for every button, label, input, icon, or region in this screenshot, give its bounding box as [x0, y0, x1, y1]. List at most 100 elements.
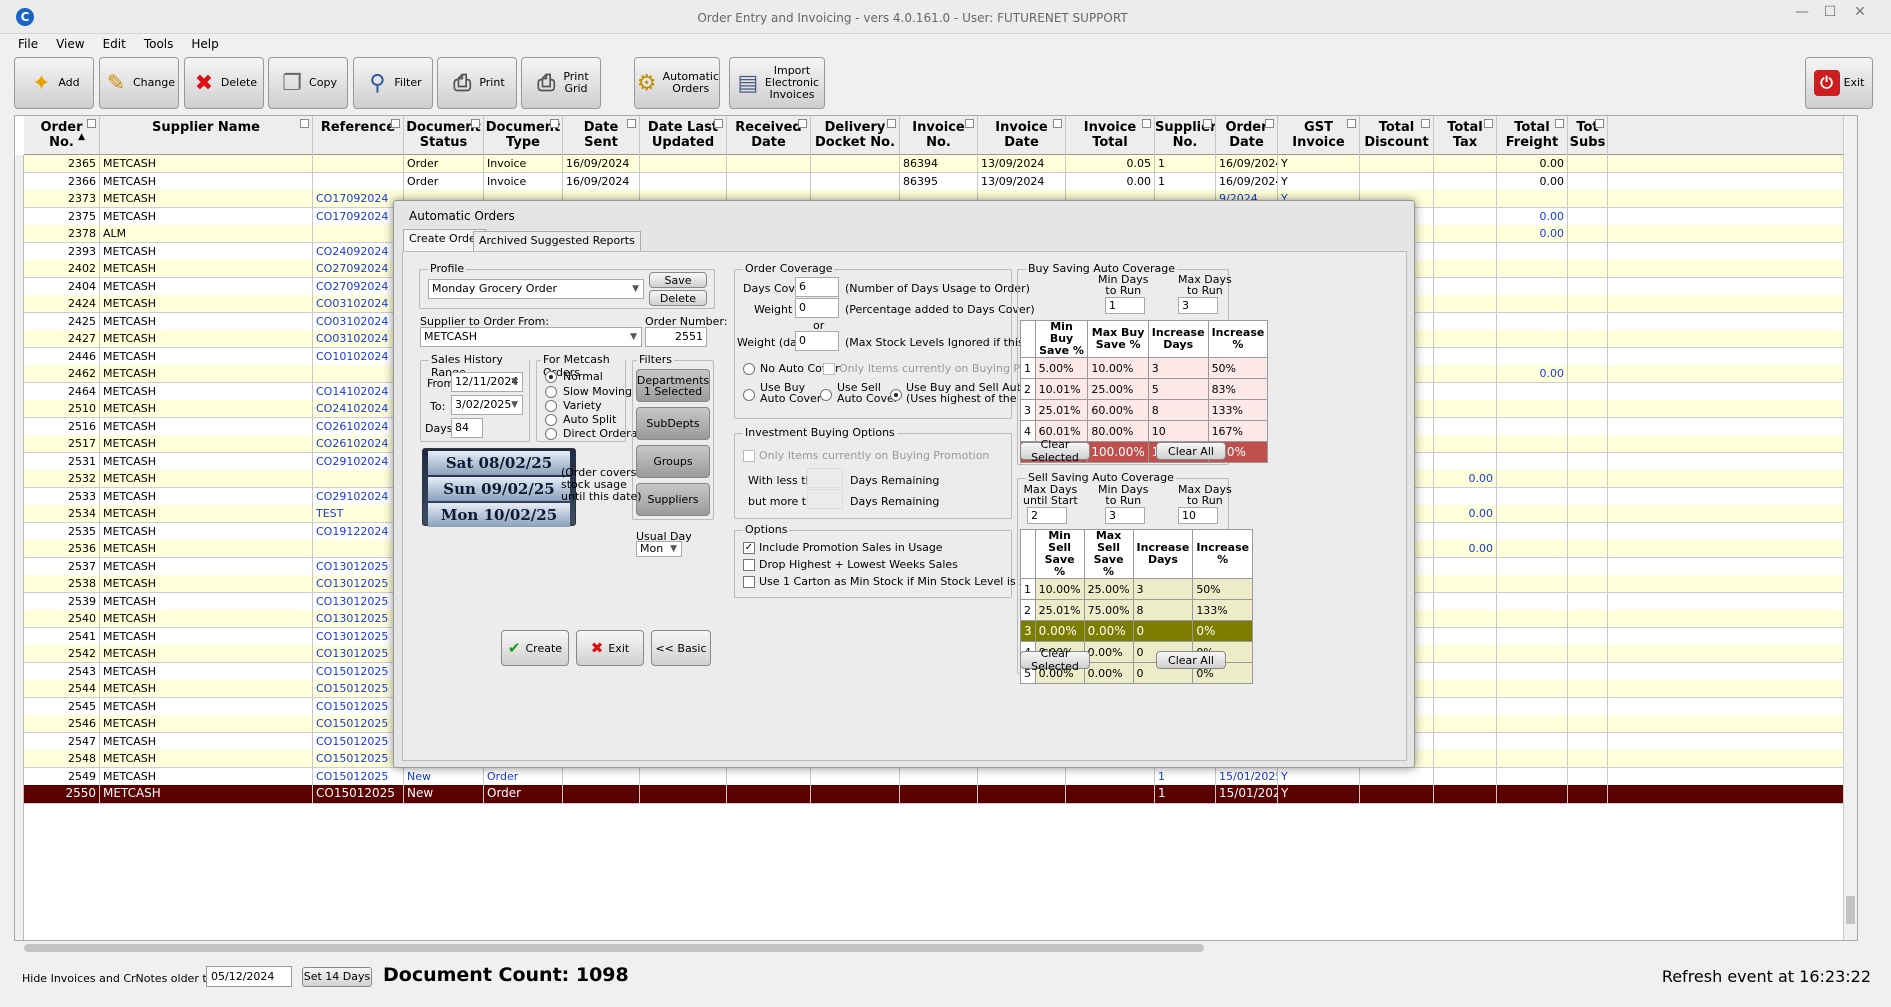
print-button[interactable]: ⎙ Print: [437, 57, 517, 109]
use-sell-auto-radio[interactable]: [820, 389, 832, 401]
menu-help[interactable]: Help: [191, 34, 218, 54]
sell-clear-all-button[interactable]: Clear All: [1156, 651, 1226, 669]
filter-button[interactable]: ⚲ Filter: [353, 57, 433, 109]
column-filter-icon[interactable]: [1142, 119, 1151, 128]
groups-filter-button[interactable]: Groups: [636, 445, 710, 478]
table-row[interactable]: 3 0.00% 0.00% 0 0%: [1020, 620, 1254, 642]
usual-day-select[interactable]: Mon: [636, 541, 682, 557]
basic-button[interactable]: << Basic: [651, 630, 711, 666]
column-filter-icon[interactable]: [391, 119, 400, 128]
menu-file[interactable]: File: [18, 34, 38, 54]
close-icon[interactable]: ✕: [1848, 4, 1872, 20]
with-less-input[interactable]: [807, 468, 843, 488]
sell-until-input[interactable]: 2: [1027, 507, 1067, 524]
column-header[interactable]: Date Last Updated: [640, 116, 727, 155]
column-header[interactable]: Delivery Docket No.: [811, 116, 900, 155]
only-items-promotion-checkbox[interactable]: [743, 450, 755, 462]
column-filter-icon[interactable]: [1484, 119, 1493, 128]
hscroll-thumb[interactable]: [24, 944, 1204, 952]
create-button[interactable]: ✔ Create: [501, 630, 569, 666]
metcash-slow-radio[interactable]: [545, 386, 557, 398]
column-filter-icon[interactable]: [1053, 119, 1062, 128]
but-more-input[interactable]: [807, 489, 843, 509]
profile-select[interactable]: Monday Grocery Order: [428, 279, 644, 299]
order-number-field[interactable]: 2551: [645, 327, 707, 347]
table-row[interactable]: 2 10.01% 25.00% 5 83%: [1020, 378, 1269, 400]
exit-button[interactable]: ⏻ Exit: [1805, 57, 1873, 109]
column-filter-icon[interactable]: [714, 119, 723, 128]
column-header[interactable]: Total Freight: [1497, 116, 1568, 155]
no-auto-cover-radio[interactable]: [743, 363, 755, 375]
copy-button[interactable]: ❐ Copy: [268, 57, 348, 109]
menu-tools[interactable]: Tools: [144, 34, 174, 54]
only-items-promo-checkbox[interactable]: [823, 363, 835, 375]
menu-edit[interactable]: Edit: [103, 34, 126, 54]
weight-pct-input[interactable]: 0: [795, 298, 839, 318]
column-header[interactable]: Supplier No.: [1155, 116, 1216, 155]
weight-days-input[interactable]: 0: [795, 331, 839, 351]
metcash-direct-radio[interactable]: [545, 428, 557, 440]
column-header[interactable]: Document Status: [404, 116, 484, 155]
sell-max-input[interactable]: 10: [1178, 507, 1218, 524]
table-row[interactable]: 2366 METCASH Order Invoice 16/09/2024 86395 13…: [24, 172, 1854, 191]
table-row[interactable]: 1 10.00% 25.00% 3 50%: [1020, 578, 1254, 600]
column-header[interactable]: Supplier Name: [100, 116, 313, 155]
table-row[interactable]: 3 25.01% 60.00% 8 133%: [1020, 399, 1269, 421]
to-date-input[interactable]: 3/02/2025: [451, 395, 523, 415]
metcash-normal-radio[interactable]: [545, 371, 557, 383]
suppliers-filter-button[interactable]: Suppliers: [636, 483, 710, 516]
column-filter-icon[interactable]: [550, 119, 559, 128]
column-header[interactable]: Order No. ▲: [24, 116, 100, 155]
buy-max-days-input[interactable]: 3: [1178, 297, 1218, 314]
horizontal-scrollbar[interactable]: [14, 941, 1858, 955]
vertical-scrollbar[interactable]: [1843, 116, 1857, 940]
metcash-variety-radio[interactable]: [545, 400, 557, 412]
column-header[interactable]: Total Tax: [1434, 116, 1497, 155]
column-header[interactable]: Document Type: [484, 116, 563, 155]
import-invoices-button[interactable]: ▤ Import Electronic Invoices: [729, 57, 825, 109]
days-cover-input[interactable]: 6: [795, 277, 839, 297]
column-header[interactable]: Invoice Date: [978, 116, 1066, 155]
subdepts-filter-button[interactable]: SubDepts: [636, 407, 710, 440]
column-filter-icon[interactable]: [1555, 119, 1564, 128]
tab-archived-reports[interactable]: Archived Suggested Reports: [473, 231, 641, 251]
column-filter-icon[interactable]: [887, 119, 896, 128]
column-header[interactable]: Received Date: [727, 116, 811, 155]
delete-button[interactable]: ✖ Delete: [184, 57, 264, 109]
buy-clear-selected-button[interactable]: Clear Selected: [1020, 438, 1090, 464]
supplier-select[interactable]: METCASH: [420, 327, 642, 347]
days-input[interactable]: 84: [451, 418, 483, 438]
departments-filter-button[interactable]: Departments 1 Selected: [636, 369, 710, 402]
sell-clear-selected-button[interactable]: Clear Selected: [1020, 647, 1090, 673]
table-row[interactable]: 2550METCASHCO15012025NewOrder 115/01/2025…: [24, 785, 1854, 804]
column-header[interactable]: Tot Subs: [1568, 116, 1608, 155]
column-filter-icon[interactable]: [798, 119, 807, 128]
use-buy-auto-radio[interactable]: [743, 389, 755, 401]
column-filter-icon[interactable]: [627, 119, 636, 128]
change-button[interactable]: ✎ Change: [99, 57, 179, 109]
column-filter-icon[interactable]: [1421, 119, 1430, 128]
drop-weeks-checkbox[interactable]: [743, 559, 755, 571]
save-profile-button[interactable]: Save: [649, 272, 707, 288]
column-header[interactable]: Order Date: [1216, 116, 1278, 155]
use-carton-checkbox[interactable]: [743, 576, 755, 588]
column-header[interactable]: Total Discount: [1360, 116, 1434, 155]
delete-profile-button[interactable]: Delete: [649, 290, 707, 306]
table-row[interactable]: 2365 METCASH Order Invoice 16/09/2024 86394 13…: [24, 155, 1854, 173]
include-promo-checkbox[interactable]: ✓: [743, 542, 755, 554]
minimize-icon[interactable]: —: [1790, 4, 1814, 20]
column-filter-icon[interactable]: [965, 119, 974, 128]
sell-min-input[interactable]: 3: [1105, 507, 1145, 524]
table-row[interactable]: 2549 METCASH CO15012025 New Order 1 15/01/2025…: [24, 767, 1854, 786]
table-row[interactable]: 1 5.00% 10.00% 3 50%: [1020, 357, 1269, 379]
column-filter-icon[interactable]: [1595, 119, 1604, 128]
add-button[interactable]: ✦ Add: [14, 57, 94, 109]
menu-view[interactable]: View: [56, 34, 84, 54]
column-filter-icon[interactable]: [471, 119, 480, 128]
hide-date-input[interactable]: 05/12/2024: [206, 966, 292, 987]
column-filter-icon[interactable]: [87, 119, 96, 128]
column-header[interactable]: Reference: [313, 116, 404, 155]
automatic-orders-button[interactable]: ⚙ Automatic Orders: [634, 57, 720, 109]
column-header[interactable]: GST Invoice: [1278, 116, 1360, 155]
column-filter-icon[interactable]: [1203, 119, 1212, 128]
